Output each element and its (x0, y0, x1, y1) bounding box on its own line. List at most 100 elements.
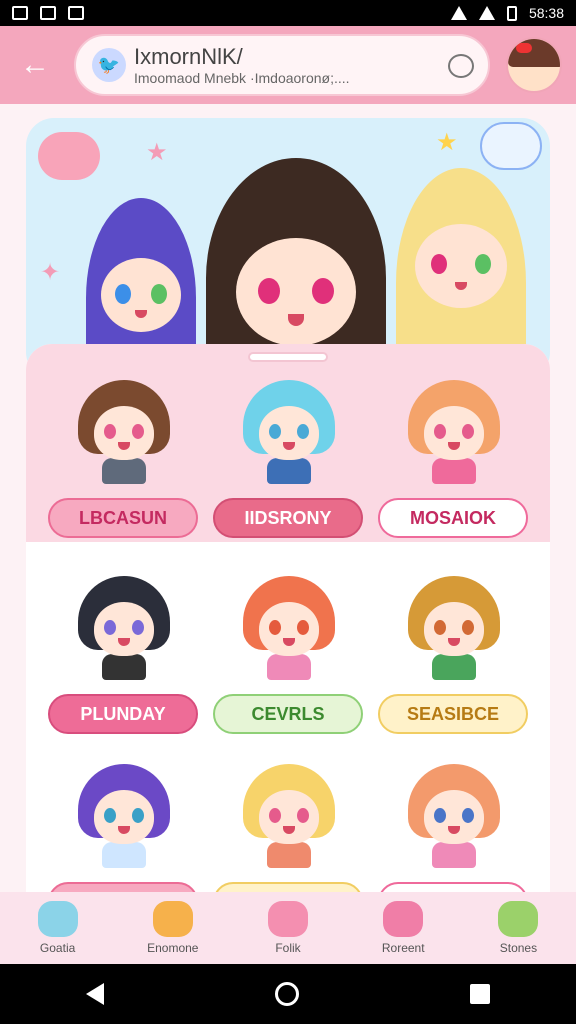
nav-item-folik[interactable]: Folik (230, 892, 345, 964)
drag-handle[interactable] (248, 352, 328, 362)
character-eye (269, 620, 281, 635)
character-mouth (283, 442, 295, 450)
character-mouth (283, 638, 295, 646)
character-mouth (118, 826, 130, 834)
character-eye (104, 808, 116, 823)
character-label[interactable]: CEVRLS (213, 694, 363, 734)
character-label[interactable]: MASSINY (213, 882, 363, 892)
character-eye (104, 620, 116, 635)
character-mouth (448, 442, 460, 450)
hero-face (236, 238, 356, 346)
battery-icon (506, 5, 517, 21)
character-body (267, 842, 311, 868)
arrow-left-icon: ← (20, 48, 50, 81)
bird-icon: 🐦 (92, 48, 126, 82)
character-label[interactable]: IIDSRONY (213, 498, 363, 538)
system-back-icon[interactable] (85, 983, 104, 1005)
search-icon[interactable] (448, 54, 474, 78)
character-body (267, 654, 311, 680)
hero-eye (475, 254, 491, 274)
character-card[interactable]: SEASIBCE (378, 576, 528, 756)
profile-avatar[interactable] (506, 37, 562, 93)
character-body (432, 458, 476, 484)
character-avatar (78, 576, 170, 680)
character-mouth (118, 442, 130, 450)
image-icon (40, 6, 56, 20)
status-left (12, 6, 84, 20)
character-eye (462, 620, 474, 635)
nav-label: Enomone (147, 941, 199, 955)
status-right: 58:38 (450, 5, 564, 21)
signal-icon (478, 6, 495, 20)
photo-icon (68, 6, 84, 20)
search-title: IxmornNlK/ (134, 44, 243, 69)
character-face (94, 406, 154, 460)
system-recents-icon[interactable] (470, 984, 491, 1004)
character-card[interactable]: MOSAIOK (378, 380, 528, 560)
speech-bubble-icon (480, 122, 542, 170)
character-eye (434, 620, 446, 635)
nav-label: Stones (499, 941, 538, 955)
character-label[interactable]: PLUNDAY (48, 694, 198, 734)
hero-eye (312, 278, 334, 304)
character-label[interactable]: IRONNAY (48, 882, 198, 892)
character-card[interactable]: PLUNDAY (48, 576, 198, 756)
character-eye (462, 424, 474, 439)
hero-mouth (288, 314, 304, 326)
hero-face (101, 258, 181, 332)
character-body (432, 654, 476, 680)
character-face (424, 602, 484, 656)
character-card[interactable]: CEVRLS (213, 576, 363, 756)
character-eye (434, 808, 446, 823)
hero-face (415, 224, 507, 308)
character-mouth (448, 638, 460, 646)
nav-item-goatia[interactable]: Goatia (0, 892, 115, 964)
system-home-icon[interactable] (274, 982, 299, 1006)
sparkle-icon: ✦ (40, 259, 61, 286)
character-label[interactable]: SOIANS (378, 882, 528, 892)
frog-icon (498, 901, 539, 937)
search-texts: IxmornNlK/ Imoomaod Mnebk ·Imdoaoronø;..… (134, 44, 350, 86)
clock: 58:38 (528, 5, 564, 21)
character-eye (269, 424, 281, 439)
nav-label: Roreent (381, 941, 425, 955)
search-bar[interactable]: 🐦 IxmornNlK/ Imoomaod Mnebk ·Imdoaoronø;… (74, 34, 490, 96)
character-eye (104, 424, 116, 439)
character-card[interactable]: IRONNAY (48, 764, 198, 892)
character-face (259, 406, 319, 460)
character-face (259, 790, 319, 844)
character-eye (462, 808, 474, 823)
character-face (424, 406, 484, 460)
character-face (259, 602, 319, 656)
character-card[interactable]: MASSINY (213, 764, 363, 892)
nav-item-roreent[interactable]: Roreent (346, 892, 461, 964)
nav-item-stones[interactable]: Stones (461, 892, 576, 964)
character-mouth (283, 826, 295, 834)
hero-mouth (135, 310, 147, 318)
character-eye (297, 808, 309, 823)
character-label[interactable]: MOSAIOK (378, 498, 528, 538)
back-button[interactable]: ← (10, 40, 60, 90)
wifi-icon (450, 6, 467, 20)
smile-face-icon (152, 901, 193, 937)
character-mouth (448, 826, 460, 834)
character-label[interactable]: LBCASUN (48, 498, 198, 538)
character-card[interactable]: LBCASUN (48, 380, 198, 560)
character-eye (297, 424, 309, 439)
character-label[interactable]: SEASIBCE (378, 694, 528, 734)
character-eye (132, 808, 144, 823)
hero-banner: ★ ★ ✦ ★ (26, 118, 550, 380)
nav-label: Folik (275, 941, 301, 955)
character-face (424, 790, 484, 844)
avatar-hair (508, 39, 560, 67)
status-bar: 58:38 (0, 0, 576, 26)
nav-label: Goatia (39, 941, 76, 955)
avatar-bow (516, 43, 532, 53)
character-body (102, 654, 146, 680)
gallery-icon (12, 6, 28, 20)
character-card[interactable]: SOIANS (378, 764, 528, 892)
character-mouth (118, 638, 130, 646)
character-card[interactable]: IIDSRONY (213, 380, 363, 560)
nav-item-enomone[interactable]: Enomone (115, 892, 230, 964)
star-icon: ★ (436, 129, 458, 156)
